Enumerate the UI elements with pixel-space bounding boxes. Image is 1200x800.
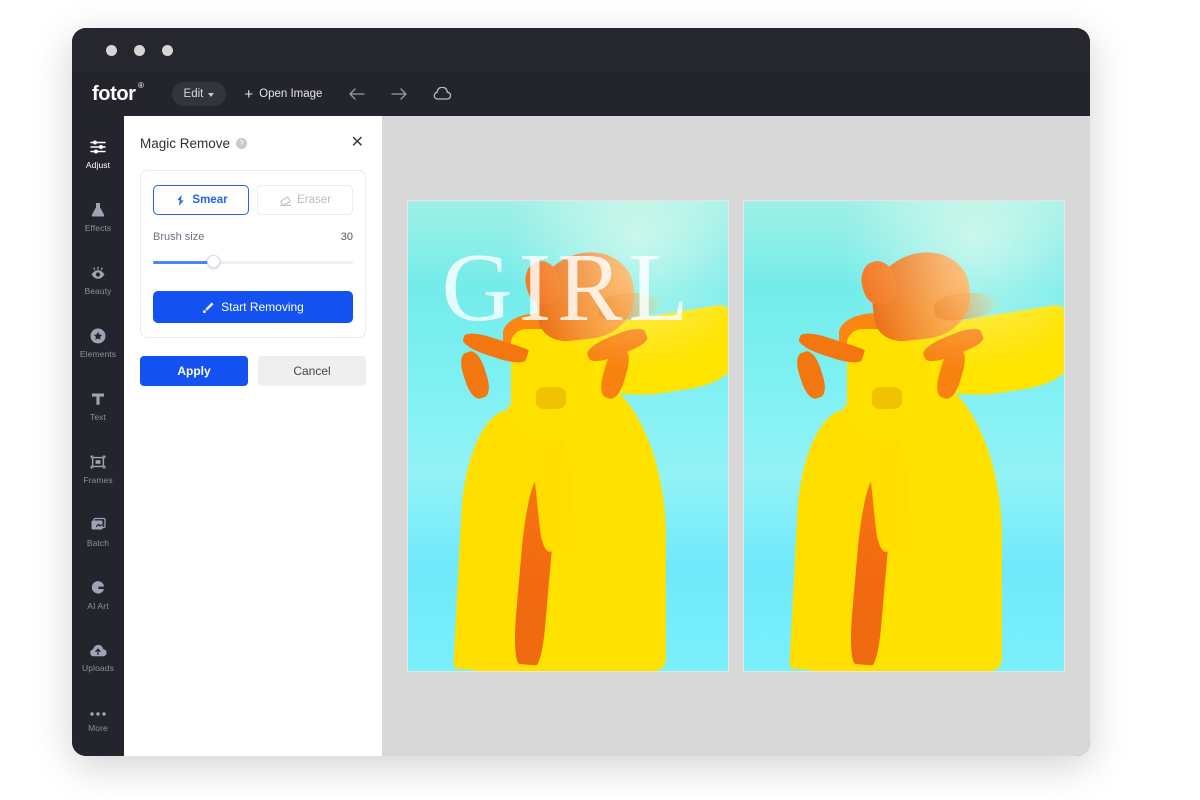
brush-size-label: Brush size — [153, 231, 205, 243]
sidebar-item-label: Uploads — [82, 662, 114, 673]
sidebar-item-text[interactable]: Text — [72, 374, 124, 437]
tool-mode-tabs: Smear Eraser — [153, 185, 353, 215]
sidebar-item-label: Batch — [86, 537, 110, 548]
start-removing-button[interactable]: Start Removing — [153, 291, 353, 323]
cloud-icon[interactable] — [432, 87, 452, 101]
before-image[interactable]: GIRL — [408, 201, 728, 671]
open-image-button[interactable]: + Open Image — [244, 87, 322, 102]
editor-canvas[interactable]: GIRL — [382, 116, 1090, 756]
sidebar-item-label: More — [88, 722, 108, 733]
sidebar-item-label: Beauty — [84, 285, 112, 296]
sidebar-item-label: Adjust — [85, 159, 111, 170]
sidebar-item-adjust[interactable]: Adjust — [72, 122, 124, 185]
apply-button[interactable]: Apply — [140, 356, 248, 386]
waist-detail — [872, 387, 902, 409]
sidebar-item-beauty[interactable]: Beauty — [72, 248, 124, 311]
sidebar-item-uploads[interactable]: Uploads — [72, 626, 124, 689]
eye-icon — [89, 264, 107, 282]
panel-title: Magic Remove — [140, 135, 231, 151]
start-removing-label: Start Removing — [221, 300, 304, 314]
tab-eraser-label: Eraser — [297, 194, 331, 206]
sidebar-item-label: Text — [90, 411, 106, 422]
edit-menu-button[interactable]: Edit — [171, 82, 227, 106]
sidebar-item-batch[interactable]: Batch — [72, 500, 124, 563]
tab-eraser[interactable]: Eraser — [257, 185, 353, 215]
chevron-down-icon — [208, 93, 215, 97]
text-t-icon — [89, 390, 107, 408]
window-titlebar — [72, 28, 1090, 72]
app-window: fotor ® Edit + Open Image Adjust Effects… — [72, 28, 1090, 756]
sidebar-rail: Adjust Effects Beauty Elements Text Fram… — [72, 116, 124, 756]
registered-mark: ® — [138, 80, 144, 90]
sliders-icon — [89, 138, 107, 156]
flask-icon — [89, 201, 107, 219]
sidebar-item-more[interactable]: More — [72, 689, 124, 752]
toolbar-nav-icons — [348, 87, 452, 101]
after-image[interactable] — [744, 201, 1064, 671]
star-icon — [89, 327, 107, 345]
brush-size-slider[interactable] — [153, 255, 353, 269]
sidebar-item-label: AI Art — [87, 600, 109, 611]
app-body: Adjust Effects Beauty Elements Text Fram… — [72, 116, 1090, 756]
magic-remove-card: Smear Eraser Brush size 30 Start Removin… — [140, 170, 366, 338]
sidebar-item-ai-art[interactable]: AI Art — [72, 563, 124, 626]
left-forearm-shape — [457, 348, 493, 402]
open-image-label: Open Image — [259, 88, 323, 100]
fotor-logo[interactable]: fotor ® — [92, 80, 144, 106]
sidebar-item-elements[interactable]: Elements — [72, 311, 124, 374]
waist-detail — [536, 387, 566, 409]
magic-remove-panel: Magic Remove ? ✕ Smear Eraser Brush size… — [124, 116, 382, 756]
plus-icon: + — [244, 85, 254, 103]
tab-smear-label: Smear — [192, 194, 228, 206]
cancel-button[interactable]: Cancel — [258, 356, 366, 386]
panel-footer-buttons: Apply Cancel — [140, 356, 366, 386]
window-close-dot[interactable] — [106, 45, 117, 56]
bodice-shape — [847, 329, 929, 441]
frame-icon — [89, 453, 107, 471]
brush-size-row: Brush size 30 — [153, 231, 353, 243]
edit-menu-label: Edit — [183, 88, 204, 100]
upload-cloud-icon — [88, 643, 108, 659]
sidebar-item-label: Frames — [83, 474, 113, 485]
brush-size-value: 30 — [340, 231, 353, 243]
undo-arrow-icon[interactable] — [348, 87, 366, 101]
sidebar-item-label: Effects — [84, 222, 112, 233]
panel-header: Magic Remove ? ✕ — [140, 116, 366, 162]
app-toolbar: fotor ® Edit + Open Image — [72, 72, 1090, 116]
slider-thumb[interactable] — [206, 255, 220, 268]
sidebar-item-frames[interactable]: Frames — [72, 437, 124, 500]
ellipsis-icon — [88, 709, 108, 719]
slider-fill — [153, 261, 213, 264]
ai-art-icon — [89, 579, 107, 597]
sidebar-item-effects[interactable]: Effects — [72, 185, 124, 248]
left-forearm-shape — [793, 348, 829, 402]
bodice-shape — [511, 329, 593, 441]
magic-wand-icon — [202, 301, 215, 314]
window-maximize-dot[interactable] — [162, 45, 173, 56]
question-mark-icon[interactable]: ? — [236, 137, 248, 149]
window-minimize-dot[interactable] — [134, 45, 145, 56]
smear-brush-icon — [174, 194, 187, 207]
redo-arrow-icon[interactable] — [390, 87, 408, 101]
tab-smear[interactable]: Smear — [153, 185, 249, 215]
eraser-icon — [279, 194, 292, 207]
logo-text: fotor — [92, 82, 136, 105]
batch-icon — [89, 516, 107, 534]
close-icon[interactable]: ✕ — [349, 133, 366, 153]
sidebar-item-label: Elements — [79, 348, 117, 359]
